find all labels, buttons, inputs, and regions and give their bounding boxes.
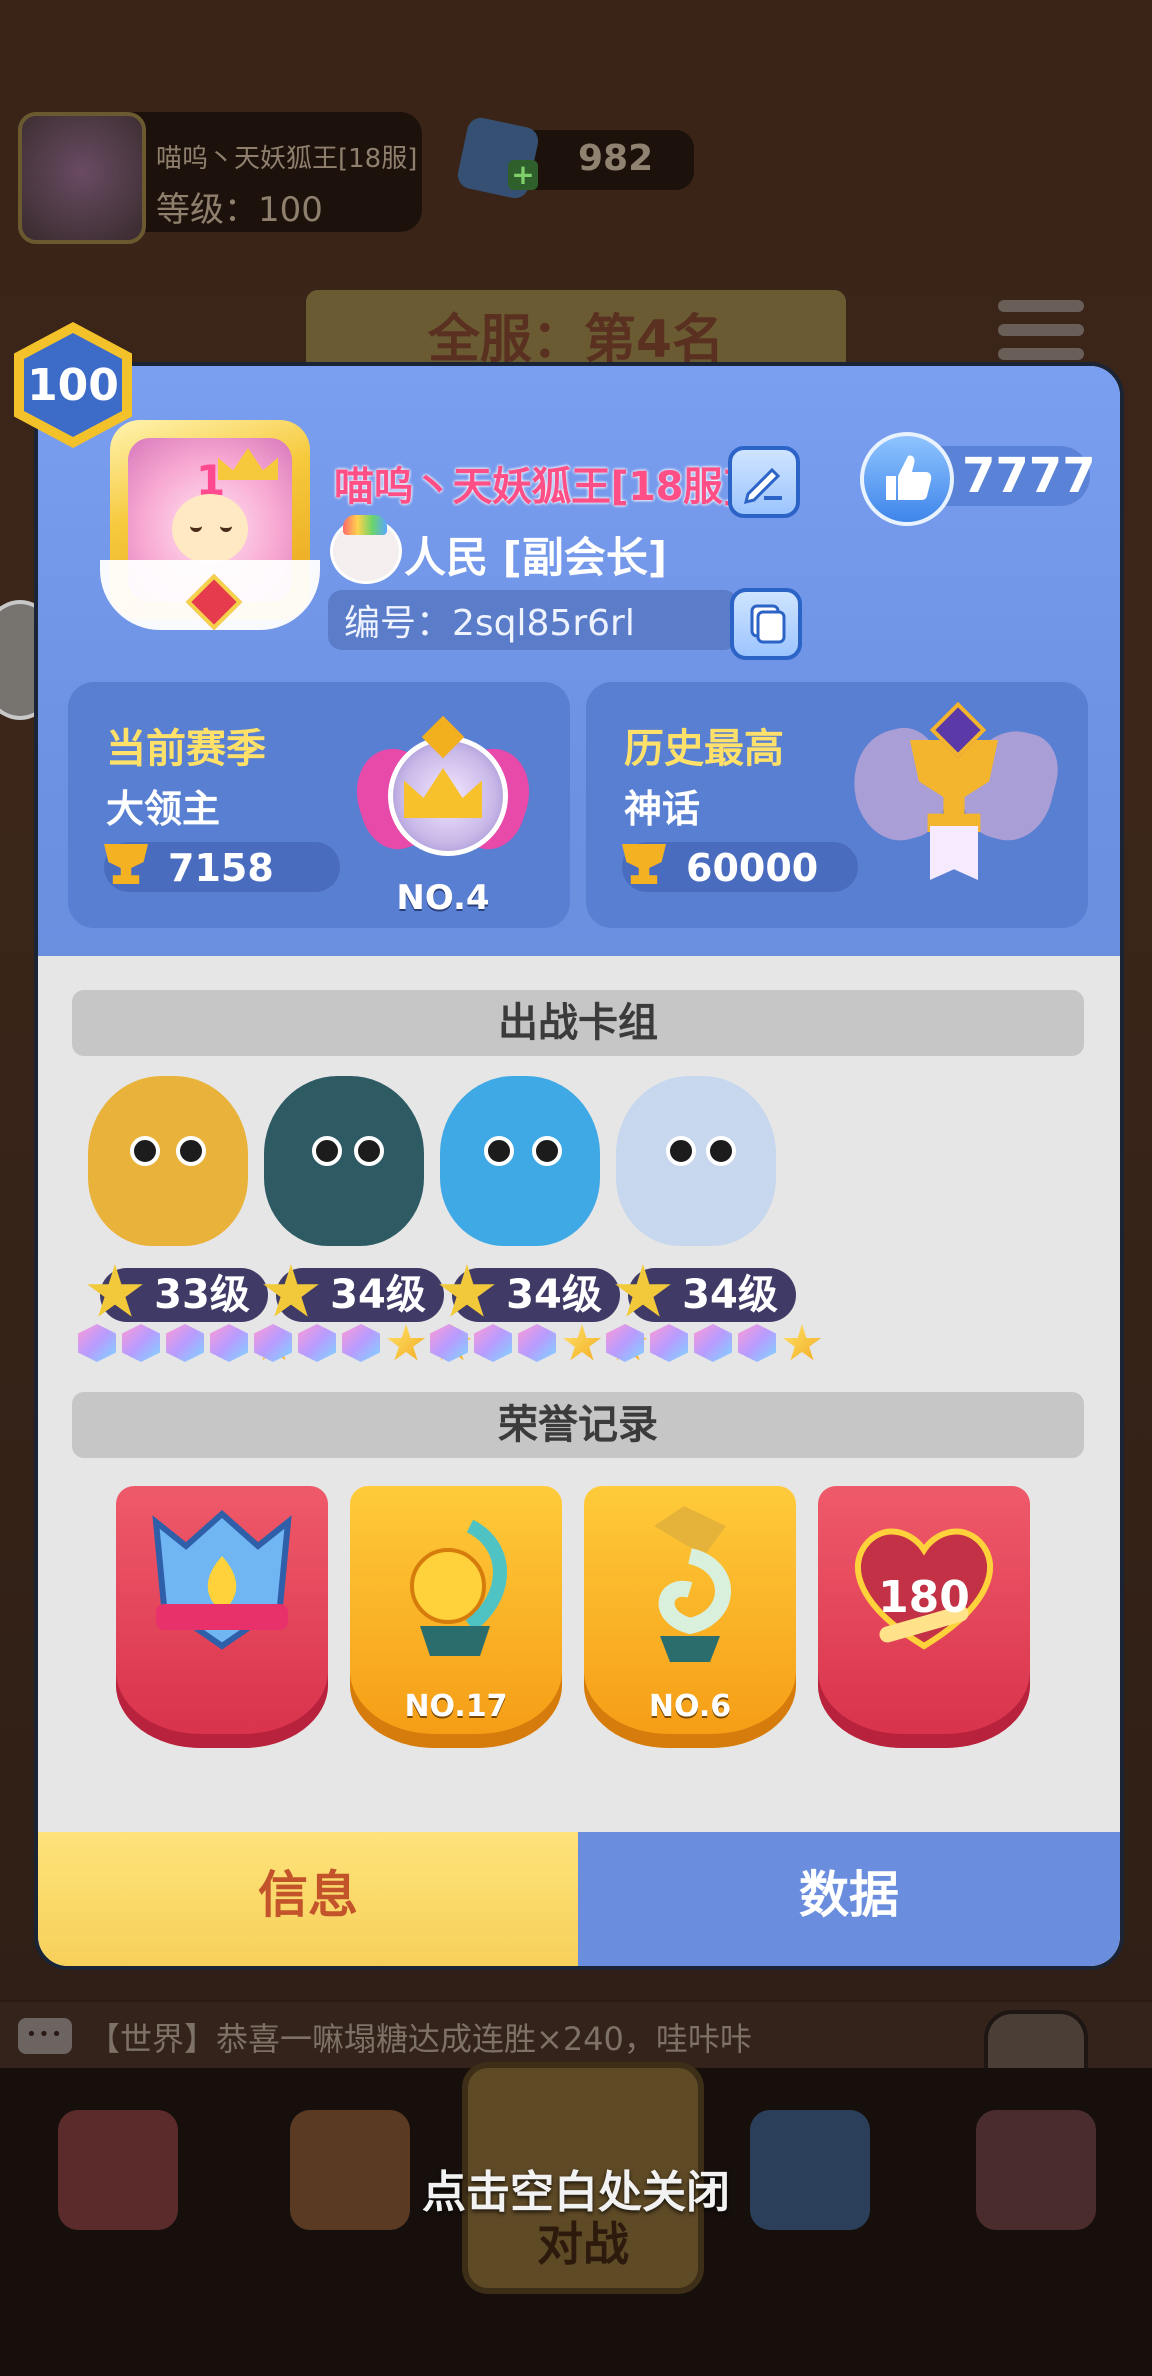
like-count: 7777 xyxy=(962,448,1096,504)
rank-gem-icon xyxy=(254,1324,292,1362)
edit-name-button[interactable] xyxy=(728,446,800,518)
guild-icon xyxy=(330,515,402,584)
shield-flame-icon xyxy=(152,1509,292,1650)
thumbs-up-icon xyxy=(886,455,932,500)
chat-bubble-icon: ••• xyxy=(18,2018,72,2054)
rank-gem-icon xyxy=(342,1324,380,1362)
honor-section-title: 荣誉记录 xyxy=(72,1392,1084,1458)
rank-gem-icon xyxy=(650,1324,688,1362)
avatar[interactable]: 1 xyxy=(100,420,320,631)
season-rank: NO.4 xyxy=(396,878,490,918)
honor-rank-3: NO.6 xyxy=(648,1689,732,1724)
copy-icon xyxy=(750,604,786,644)
history-best-card[interactable]: 历史最高 神话 60000 xyxy=(586,682,1088,928)
honor-rank-2: NO.17 xyxy=(404,1689,508,1724)
rank-gem-icon xyxy=(430,1324,468,1362)
hero-level-badge: 33级 xyxy=(87,1264,268,1322)
hero-level-badge: 34级 xyxy=(439,1264,620,1322)
trophy-orb-icon xyxy=(410,1519,507,1656)
background-player-name: 喵呜丶天妖狐王[18服] xyxy=(156,144,418,174)
honor-badge-3[interactable]: NO.6 xyxy=(584,1486,796,1748)
background-player-level: 等级：100 xyxy=(156,190,323,230)
close-hint[interactable]: 点击空白处关闭 xyxy=(0,2156,1152,2220)
history-best-title: 历史最高 xyxy=(624,726,784,772)
hero-level-badge: 34级 xyxy=(263,1264,444,1322)
hero-level-badge: 34级 xyxy=(615,1264,796,1322)
current-season-card[interactable]: 当前赛季 大领主 7158 NO.4 xyxy=(68,682,570,928)
rank-star-icon xyxy=(782,1324,822,1361)
history-trophies: 60000 xyxy=(686,846,819,890)
rank-gem-icon xyxy=(694,1324,732,1362)
tab-info[interactable]: 信息 xyxy=(38,1832,578,1966)
honor-days: 180 xyxy=(878,1572,970,1623)
hero-rank-gems xyxy=(606,1324,822,1364)
rank-gem-icon xyxy=(122,1324,160,1362)
like-button[interactable] xyxy=(860,432,954,526)
gem-count: 982 xyxy=(578,138,654,179)
jade-trophy-icon xyxy=(654,1506,731,1662)
pencil-icon xyxy=(743,467,782,505)
rank-gem-icon xyxy=(738,1324,776,1362)
background-avatar xyxy=(18,112,146,244)
honor-badge-2[interactable]: NO.17 xyxy=(350,1486,562,1748)
current-season-tier: 大领主 xyxy=(106,787,221,831)
history-best-tier: 神话 xyxy=(624,787,701,831)
rank-gem-icon xyxy=(474,1324,512,1362)
rank-star-icon xyxy=(562,1324,602,1361)
menu-icon[interactable] xyxy=(998,300,1084,364)
world-chat-message: 【世界】恭喜一嘛塌糖达成连胜×240，哇咔咔 xyxy=(88,2020,752,2058)
honor-badge-1[interactable] xyxy=(116,1486,328,1748)
mythic-trophy-icon xyxy=(842,701,1066,890)
tab-data[interactable]: 数据 xyxy=(578,1832,1120,1966)
rank-gem-icon xyxy=(518,1324,556,1362)
hero-card-4[interactable] xyxy=(586,1046,806,1286)
rank-star-icon xyxy=(386,1324,426,1361)
player-name: 喵呜丶天妖狐王[18服] xyxy=(334,464,741,510)
world-chat-bar[interactable]: ••• 【世界】恭喜一嘛塌糖达成连胜×240，哇咔咔 xyxy=(0,2002,1152,2068)
add-gem-icon[interactable]: + xyxy=(508,160,538,190)
honor-badge-4[interactable]: 180 xyxy=(818,1486,1030,1748)
guild-role: 人民 [副会长] xyxy=(404,533,668,582)
rank-gem-icon xyxy=(606,1324,644,1362)
player-id: 编号：2sql85r6rl xyxy=(344,603,635,644)
profile-panel: 1 喵呜丶天妖狐王[18服] 7777 人民 [副会长] 编号：2sql85r6… xyxy=(34,362,1124,1970)
copy-id-button[interactable] xyxy=(730,588,802,660)
current-trophies: 7158 xyxy=(168,846,274,890)
crown-rank-icon xyxy=(344,715,542,868)
rank-gem-icon xyxy=(298,1324,336,1362)
rank-gem-icon xyxy=(166,1324,204,1362)
rank-gem-icon xyxy=(78,1324,116,1362)
current-season-title: 当前赛季 xyxy=(106,726,266,772)
rank-gem-icon xyxy=(210,1324,248,1362)
